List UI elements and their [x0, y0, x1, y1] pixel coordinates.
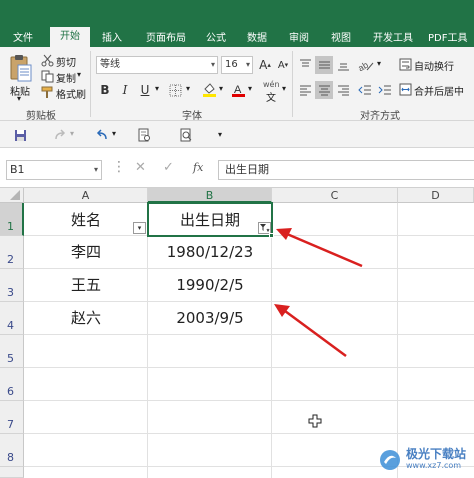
print-preview-icon[interactable] [136, 127, 152, 143]
redo-icon[interactable] [52, 127, 68, 143]
merge-center-icon[interactable] [398, 81, 412, 97]
align-middle-icon[interactable] [315, 56, 333, 74]
underline-dropdown-icon[interactable]: ▾ [155, 84, 159, 93]
shrink-font-button[interactable]: A ▾ [274, 56, 292, 74]
annotation-arrows [274, 228, 363, 358]
orientation-icon[interactable]: ab [356, 56, 376, 74]
wrap-text-icon[interactable] [398, 56, 412, 72]
fill-color-dropdown-icon[interactable]: ▾ [219, 84, 223, 93]
grow-font-button[interactable]: A ▴ [256, 56, 274, 74]
phonetic-dropdown-icon[interactable]: ▾ [282, 84, 286, 93]
font-group-label: 字体 [182, 111, 202, 122]
align-top-icon[interactable] [296, 56, 314, 74]
align-left-icon[interactable] [296, 81, 314, 99]
borders-icon[interactable] [166, 81, 184, 99]
tab-pdf-tools[interactable]: PDF工具 [428, 31, 474, 47]
watermark: 极光下载站 www.xz7.com [378, 448, 466, 472]
customize-qat-icon[interactable]: ▾ [218, 130, 222, 139]
font-size-value: 16 [225, 59, 238, 70]
formula-input[interactable]: 出生日期 [218, 160, 474, 180]
paste-icon[interactable] [8, 53, 34, 83]
tab-view[interactable]: 视图 [324, 31, 358, 47]
tab-developer[interactable]: 开发工具 [366, 31, 420, 47]
copy-dropdown-icon[interactable]: ▾ [77, 70, 81, 79]
merge-center-label[interactable]: 合并后居中 [414, 83, 464, 98]
tab-formulas[interactable]: 公式 [200, 31, 232, 47]
name-box[interactable]: B1 ▾ [6, 160, 102, 180]
svg-text:ab: ab [358, 60, 370, 72]
font-name-value: 等线 [100, 59, 120, 70]
undo-icon[interactable] [94, 127, 110, 143]
increase-indent-icon[interactable] [376, 81, 394, 99]
zoom-preview-icon[interactable] [178, 127, 194, 143]
phonetic-guide-char[interactable]: 文 [266, 89, 276, 104]
copy-label[interactable]: 复制 [56, 70, 76, 85]
font-color-dropdown-icon[interactable]: ▾ [248, 84, 252, 93]
more-options-icon[interactable]: ⋮ [112, 159, 126, 175]
font-color-icon[interactable]: A [229, 81, 247, 99]
undo-dropdown-icon[interactable]: ▾ [112, 129, 116, 138]
decrease-indent-icon[interactable] [356, 81, 374, 99]
tab-home[interactable]: 开始 [50, 27, 90, 47]
chevron-down-icon: ▾ [210, 60, 215, 69]
insert-function-icon[interactable]: fx [193, 161, 203, 174]
clipboard-group-label: 剪贴板 [26, 111, 56, 122]
tab-data[interactable]: 数据 [240, 31, 274, 47]
align-center-icon[interactable] [315, 81, 333, 99]
cursor-crosshair-icon [308, 414, 322, 431]
copy-icon[interactable] [40, 69, 54, 83]
watermark-logo-icon [379, 450, 400, 470]
ribbon: 粘贴 ▾ 剪切 复制 ▾ 格式刷 剪贴板 等线 ▾ 16 ▾ A ▴ A ▾ B I… [0, 47, 474, 122]
italic-button[interactable]: I [116, 81, 134, 99]
watermark-url: www.xz7.com [405, 461, 462, 470]
spreadsheet-grid: A B C D 1 2 3 4 5 6 7 8 姓名 ▾ 出生日期 李四 198… [0, 188, 474, 478]
chevron-down-icon: ▾ [245, 60, 250, 69]
phonetic-guide-icon[interactable]: wén [263, 80, 280, 89]
font-name-select[interactable]: 等线 ▾ [96, 56, 218, 74]
enter-icon[interactable]: ✓ [163, 160, 174, 175]
font-size-select[interactable]: 16 ▾ [221, 56, 253, 74]
grow-font-icon: A [259, 58, 268, 72]
chevron-down-icon: ▾ [93, 165, 98, 174]
tab-file[interactable]: 文件 [6, 31, 40, 47]
quick-access-toolbar: ▾ ▾ ▾ [0, 121, 474, 148]
group-divider [90, 51, 91, 117]
arrow-to-dates [284, 309, 347, 358]
group-divider [292, 51, 293, 117]
shrink-font-icon: A [277, 59, 285, 71]
align-right-icon[interactable] [334, 81, 352, 99]
alignment-group-label: 对齐方式 [360, 111, 400, 122]
fill-color-icon[interactable] [200, 81, 218, 99]
arrow-to-filter [286, 232, 363, 268]
redo-dropdown-icon[interactable]: ▾ [70, 129, 74, 138]
watermark-name: 极光下载站 [405, 447, 466, 461]
bold-button[interactable]: B [96, 81, 114, 99]
tab-review[interactable]: 审阅 [282, 31, 316, 47]
ribbon-tab-bar: 文件 开始 插入 页面布局 公式 数据 审阅 视图 开发工具 PDF工具 [0, 0, 474, 47]
save-icon[interactable] [12, 127, 28, 143]
cancel-icon[interactable]: ✕ [135, 160, 146, 175]
underline-button[interactable]: U [136, 81, 154, 99]
cut-icon[interactable] [40, 53, 54, 67]
tab-insert[interactable]: 插入 [94, 31, 130, 47]
format-painter-label[interactable]: 格式刷 [56, 86, 86, 101]
paste-dropdown-icon[interactable]: ▾ [17, 94, 21, 103]
formula-bar: B1 ▾ ⋮ ✕ ✓ fx 出生日期 [0, 148, 474, 188]
align-bottom-icon[interactable] [334, 56, 352, 74]
cut-label[interactable]: 剪切 [56, 54, 76, 69]
orientation-dropdown-icon[interactable]: ▾ [377, 59, 381, 68]
tab-page-layout[interactable]: 页面布局 [138, 31, 194, 47]
borders-dropdown-icon[interactable]: ▾ [186, 84, 190, 93]
wrap-text-label[interactable]: 自动换行 [414, 58, 454, 73]
arrow-head [274, 304, 290, 317]
name-box-value: B1 [10, 163, 25, 176]
format-painter-icon[interactable] [40, 85, 54, 99]
